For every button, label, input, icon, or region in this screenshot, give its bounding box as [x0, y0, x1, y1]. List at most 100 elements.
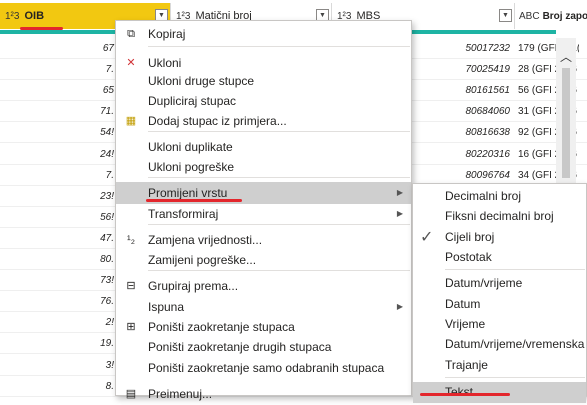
text-type-icon[interactable]: ABC — [519, 11, 540, 22]
rename-icon: ▤ — [125, 388, 137, 400]
type-option-cijeli-broj[interactable]: ✓ Cijeli broj — [413, 227, 586, 248]
submenu-arrow-icon: ▶ — [396, 209, 403, 218]
type-option-label: Cijeli broj — [445, 230, 495, 244]
menu-item-preimenuj[interactable]: ▤ Preimenuj... — [116, 383, 411, 405]
type-option-label: Trajanje — [445, 358, 488, 372]
type-option-label: Datum/vrijeme — [445, 276, 523, 290]
type-option-label: Vrijeme — [445, 317, 486, 331]
cell-oib[interactable]: 19. — [0, 333, 118, 354]
menu-item-label: Poništi zaokretanje samo odabranih stupa… — [148, 361, 385, 375]
menu-item-transformiraj[interactable]: Transformiraj ▶ — [116, 203, 411, 225]
menu-item-label: Ukloni druge stupce — [148, 74, 255, 88]
cell-oib[interactable]: 8. — [0, 376, 118, 397]
cell-oib[interactable]: 56! — [0, 207, 118, 228]
cell-oib[interactable]: 7. — [0, 59, 118, 80]
column-name-oib: OIB — [24, 10, 45, 22]
cell-oib[interactable]: 76. — [0, 291, 118, 312]
change-type-submenu: Decimalni broj Fiksni decimalni broj ✓ Cije… — [412, 183, 587, 403]
menu-item-label: Ukloni — [148, 56, 182, 70]
scrollbar-thumb[interactable] — [562, 68, 570, 178]
cell-oib[interactable]: 47. — [0, 228, 118, 249]
submenu-arrow-icon: ▶ — [396, 188, 403, 197]
menu-item-label: Transformiraj — [148, 207, 219, 221]
type-option-label: Postotak — [445, 250, 492, 264]
type-option-label: Datum — [445, 297, 481, 311]
remove-column-icon: ✕ — [126, 57, 136, 69]
red-annotation-underline-change-type — [146, 199, 242, 202]
scroll-up-chevron-icon[interactable]: ︿ — [556, 48, 576, 64]
type-option-datum[interactable]: Datum — [413, 294, 586, 315]
menu-item-poništi-zaokretanje-drugih-stupaca[interactable]: Poništi zaokretanje drugih stupaca — [116, 336, 411, 358]
checkmark-icon: ✓ — [420, 229, 434, 246]
menu-item-label: Preimenuj... — [148, 387, 213, 401]
replace-values-icon: ¹₂ — [127, 234, 135, 246]
vertical-scrollbar[interactable]: ︿ — [556, 38, 576, 188]
add-column-from-example-icon: ▦ — [125, 115, 137, 127]
menu-item-label: Grupiraj prema... — [148, 279, 239, 293]
cell-oib[interactable]: 71. — [0, 101, 118, 122]
cell-mbs[interactable]: 80684060 — [408, 101, 514, 122]
type-option-label: Fiksni decimalni broj — [445, 209, 554, 223]
menu-item-ispuna[interactable]: Ispuna ▶ — [116, 296, 411, 318]
column-name-broj-zaposlenih: Broj zaposle — [542, 10, 587, 22]
menu-item-label: Dupliciraj stupac — [148, 94, 237, 108]
menu-item-zamjena-vrijednosti[interactable]: ¹₂ Zamjena vrijednosti... — [116, 229, 411, 251]
menu-item-poništi-zaokretanje-samo-odabranih-stupaca[interactable]: Poništi zaokretanje samo odabranih stupa… — [116, 357, 411, 379]
type-option-datum-vrijeme-vremenska-zona[interactable]: Datum/vrijeme/vremenska zona — [413, 334, 586, 355]
column-filter-dropdown-icon[interactable]: ▼ — [499, 9, 512, 22]
cell-mbs[interactable]: 80816638 — [408, 122, 514, 143]
menu-separator — [445, 269, 585, 270]
menu-item-label: Poništi zaokretanje stupaca — [148, 320, 295, 334]
whole-number-type-icon[interactable]: 1²3 — [5, 11, 19, 22]
column-context-menu: ⧉ Kopiraj ✕ Ukloni Ukloni druge stupce Duplic… — [115, 20, 412, 401]
menu-item-label: Zamjena vrijednosti... — [148, 233, 263, 247]
menu-item-label: Dodaj stupac iz primjera... — [148, 114, 287, 128]
type-option-label: Datum/vrijeme/vremenska zona — [445, 337, 586, 351]
menu-item-ukloni-druge-stupce[interactable]: Ukloni druge stupce — [116, 70, 411, 92]
cell-oib[interactable]: 67 — [0, 38, 118, 59]
menu-item-ukloni-pogreške[interactable]: Ukloni pogreške — [116, 156, 411, 178]
menu-item-label: Ukloni pogreške — [148, 160, 235, 174]
type-option-postotak[interactable]: Postotak — [413, 247, 586, 268]
menu-item-ukloni-duplikate[interactable]: Ukloni duplikate — [116, 136, 411, 158]
menu-item-zamijeni-pogreške[interactable]: Zamijeni pogreške... — [116, 249, 411, 271]
menu-separator — [445, 377, 585, 378]
type-option-datum-vrijeme[interactable]: Datum/vrijeme — [413, 273, 586, 294]
cell-oib[interactable]: 73! — [0, 270, 118, 291]
menu-item-kopiraj[interactable]: ⧉ Kopiraj — [116, 23, 411, 45]
menu-item-label: Kopiraj — [148, 27, 186, 41]
cell-mbs[interactable]: 80220316 — [408, 144, 514, 165]
cell-mbs[interactable]: 80161561 — [408, 80, 514, 101]
cell-oib[interactable]: 80. — [0, 249, 118, 270]
column-header-broj-zaposlenih[interactable]: ABC Broj zaposle — [515, 3, 587, 29]
menu-item-label: Ukloni duplikate — [148, 140, 233, 154]
type-option-fiksni-decimalni-broj[interactable]: Fiksni decimalni broj — [413, 206, 586, 227]
type-option-decimalni-broj[interactable]: Decimalni broj — [413, 186, 586, 207]
menu-item-grupiraj-prema[interactable]: ⊟ Grupiraj prema... — [116, 275, 411, 297]
menu-item-label: Poništi zaokretanje drugih stupaca — [148, 340, 332, 354]
cell-mbs[interactable]: 50017232 — [408, 38, 514, 59]
menu-item-label: Ispuna — [148, 300, 185, 314]
cell-oib[interactable]: 23! — [0, 186, 118, 207]
cell-oib[interactable]: 7. — [0, 165, 118, 186]
cell-oib[interactable]: 2! — [0, 312, 118, 333]
menu-item-label: Zamijeni pogreške... — [148, 253, 257, 267]
unpivot-icon: ⊞ — [126, 321, 136, 333]
submenu-arrow-icon: ▶ — [396, 302, 403, 311]
menu-item-poništi-zaokretanje-stupaca[interactable]: ⊞ Poništi zaokretanje stupaca — [116, 316, 411, 338]
cell-oib[interactable]: 54! — [0, 122, 118, 143]
type-option-label: Tekst — [445, 385, 474, 399]
copy-icon: ⧉ — [127, 28, 135, 40]
menu-separator — [148, 46, 410, 47]
cell-oib[interactable]: 65 — [0, 80, 118, 101]
type-option-trajanje[interactable]: Trajanje — [413, 355, 586, 376]
group-by-icon: ⊟ — [126, 280, 136, 292]
type-option-vrijeme[interactable]: Vrijeme — [413, 314, 586, 335]
menu-item-label: Promijeni vrstu — [148, 186, 228, 200]
type-option-label: Decimalni broj — [445, 189, 522, 203]
cell-oib[interactable]: 3! — [0, 355, 118, 376]
menu-item-dodaj-stupac-iz-primjera[interactable]: ▦ Dodaj stupac iz primjera... — [116, 110, 411, 132]
cell-mbs[interactable]: 70025419 — [408, 59, 514, 80]
cell-oib[interactable]: 24! — [0, 144, 118, 165]
menu-item-dupliciraj-stupac[interactable]: Dupliciraj stupac — [116, 90, 411, 112]
